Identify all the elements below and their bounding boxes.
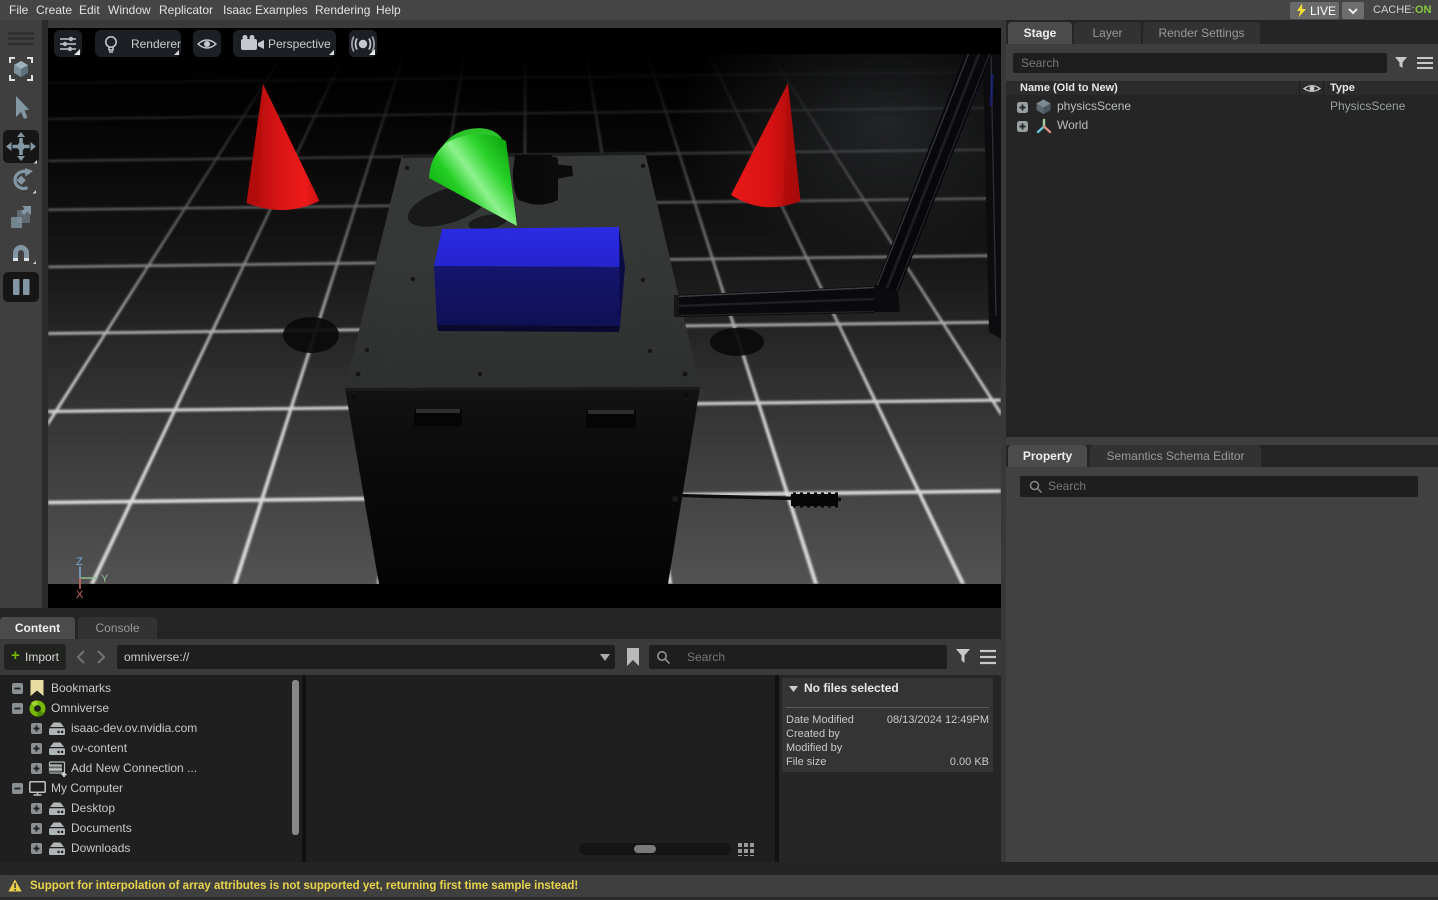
svg-text:X: X [76, 589, 84, 601]
svg-text:LIVE: LIVE [1310, 4, 1336, 18]
svg-text:Z: Z [76, 556, 83, 568]
svg-text:Y: Y [101, 573, 109, 585]
